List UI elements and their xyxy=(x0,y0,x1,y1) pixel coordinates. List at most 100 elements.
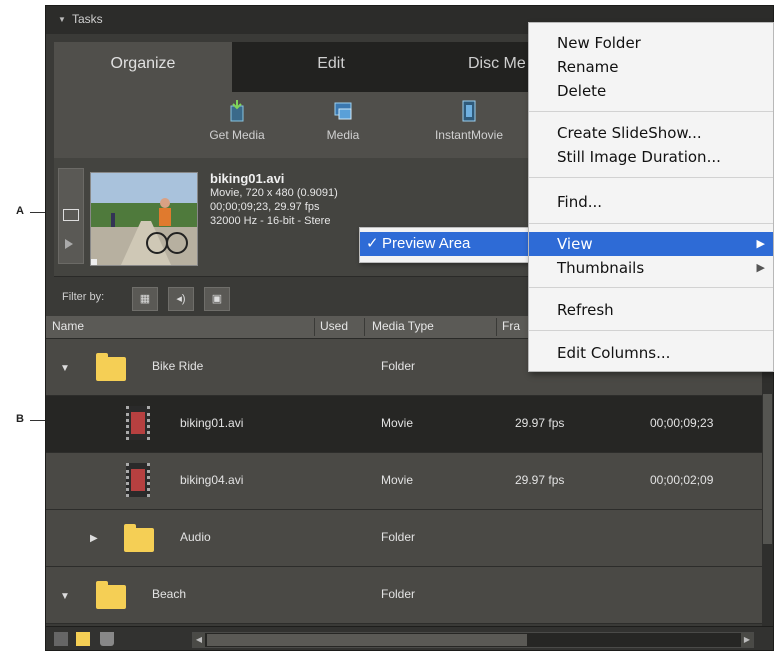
horizontal-scroll-thumb[interactable] xyxy=(207,634,527,646)
menu-label: Thumbnails xyxy=(557,259,645,277)
list-item[interactable]: ▼ Beach Folder xyxy=(46,567,762,624)
media-icon xyxy=(334,102,352,120)
instant-movie-button[interactable]: InstantMovie xyxy=(414,100,524,142)
menu-separator xyxy=(529,177,773,178)
get-media-button[interactable]: Get Media xyxy=(182,100,292,142)
expand-arrow-icon[interactable]: ▼ xyxy=(60,591,70,602)
menu-item-refresh[interactable]: Refresh xyxy=(529,298,773,322)
tab-edit[interactable]: Edit xyxy=(232,42,430,92)
vertical-scroll-thumb[interactable] xyxy=(763,394,772,544)
menu-label: New Folder xyxy=(557,34,641,52)
menu-label: Refresh xyxy=(557,301,614,319)
row-type: Folder xyxy=(381,530,416,544)
col-used[interactable]: Used xyxy=(320,319,348,333)
row-type: Movie xyxy=(381,416,414,430)
preview-audio-info: 32000 Hz - 16-bit - Stere xyxy=(210,215,331,227)
image-icon: ▣ xyxy=(211,293,223,305)
menu-label: Create SlideShow... xyxy=(557,124,702,142)
movie-icon xyxy=(126,406,150,440)
row-name: Bike Ride xyxy=(152,359,204,373)
row-name: biking01.avi xyxy=(180,416,244,430)
menu-item-thumbnails[interactable]: Thumbnails ▶ xyxy=(529,256,773,280)
col-frame-rate[interactable]: Fra xyxy=(502,319,520,333)
scroll-left-icon[interactable]: ◀ xyxy=(193,633,205,647)
menu-label: Find... xyxy=(557,193,603,211)
col-name[interactable]: Name xyxy=(52,319,84,333)
preview-area-item[interactable]: ✓ Preview Area xyxy=(360,232,528,256)
film-icon: ▦ xyxy=(139,293,151,305)
table-row-selected[interactable]: biking01.avi Movie 29.97 fps 00;00;09;23 xyxy=(46,396,762,453)
menu-label: View xyxy=(557,235,593,253)
horizontal-scrollbar[interactable]: ◀ ▶ xyxy=(192,632,754,648)
media-button[interactable]: Media xyxy=(288,100,398,142)
filter-audio-button[interactable]: ◂) xyxy=(168,287,194,311)
row-name: Audio xyxy=(180,530,211,544)
filter-video-button[interactable]: ▦ xyxy=(132,287,158,311)
menu-separator xyxy=(529,111,773,112)
tab-organize[interactable]: Organize xyxy=(54,42,232,92)
menu-separator xyxy=(529,287,773,288)
row-fps: 29.97 fps xyxy=(515,416,565,430)
new-item-icon[interactable] xyxy=(54,632,68,646)
play-icon[interactable] xyxy=(65,239,73,249)
preview-thumbnail xyxy=(90,172,198,266)
preview-filename: biking01.avi xyxy=(210,171,285,186)
preview-area-menu: ✓ Preview Area xyxy=(359,227,529,263)
get-media-icon xyxy=(230,100,244,122)
submenu-arrow-icon: ▶ xyxy=(756,237,765,250)
expand-arrow-icon[interactable]: ▼ xyxy=(60,363,70,374)
menu-item-find[interactable]: Find... xyxy=(529,190,773,214)
row-type: Folder xyxy=(381,359,416,373)
instant-movie-label: InstantMovie xyxy=(434,128,504,142)
preview-duration-fps: 00;00;09;23, 29.97 fps xyxy=(210,201,320,213)
folder-icon xyxy=(96,353,126,381)
row-type: Folder xyxy=(381,587,416,601)
menu-separator xyxy=(529,330,773,331)
menu-label: Delete xyxy=(557,82,607,100)
row-duration: 00;00;09;23 xyxy=(650,416,714,430)
vertical-scrollbar[interactable] xyxy=(762,339,773,626)
media-label: Media xyxy=(326,128,360,142)
list-item[interactable]: biking04.avi Movie 29.97 fps 00;00;02;09 xyxy=(46,453,762,510)
context-menu: New Folder Rename Delete Create SlideSho… xyxy=(528,22,774,372)
preview-area-label: Preview Area xyxy=(382,235,471,252)
menu-item-delete[interactable]: Delete xyxy=(529,79,773,103)
menu-label: Edit Columns... xyxy=(557,344,671,362)
list-item[interactable]: ▶ Audio Folder xyxy=(46,510,762,567)
preview-info: biking01.avi Movie, 720 x 480 (0.9091) 0… xyxy=(210,172,338,228)
row-name: Beach xyxy=(152,587,187,601)
scroll-right-icon[interactable]: ▶ xyxy=(741,633,753,647)
media-list: ▼ Bike Ride Folder biking01.avi Movie 29… xyxy=(46,339,762,626)
callout-b: B xyxy=(16,413,24,425)
camera-icon[interactable] xyxy=(63,209,79,221)
folder-icon xyxy=(96,581,126,609)
new-folder-icon[interactable] xyxy=(76,632,90,646)
preview-controls xyxy=(58,168,84,264)
collapse-arrow-icon[interactable]: ▼ xyxy=(58,15,66,24)
get-media-label: Get Media xyxy=(209,128,265,142)
menu-item-new-folder[interactable]: New Folder xyxy=(529,31,773,55)
callout-a: A xyxy=(16,205,24,217)
col-media-type[interactable]: Media Type xyxy=(372,319,434,333)
filter-image-button[interactable]: ▣ xyxy=(204,287,230,311)
folder-icon xyxy=(124,524,154,552)
menu-item-rename[interactable]: Rename xyxy=(529,55,773,79)
filter-label: Filter by: xyxy=(62,291,105,303)
instant-movie-icon xyxy=(462,100,476,122)
row-name: biking04.avi xyxy=(180,473,244,487)
menu-item-view[interactable]: View ▶ xyxy=(529,232,773,256)
menu-item-still-image-duration[interactable]: Still Image Duration... xyxy=(529,145,773,169)
expand-arrow-icon[interactable]: ▶ xyxy=(90,533,98,544)
menu-item-edit-columns[interactable]: Edit Columns... xyxy=(529,341,773,365)
trash-icon[interactable] xyxy=(100,632,114,646)
menu-separator xyxy=(529,223,773,224)
preview-dimensions: Movie, 720 x 480 (0.9091) xyxy=(210,187,338,199)
menu-label: Still Image Duration... xyxy=(557,148,721,166)
menu-item-create-slideshow[interactable]: Create SlideShow... xyxy=(529,121,773,145)
row-type: Movie xyxy=(381,473,414,487)
submenu-arrow-icon: ▶ xyxy=(756,261,765,274)
row-duration: 00;00;02;09 xyxy=(650,473,714,487)
checkmark-icon: ✓ xyxy=(366,235,379,252)
panel-title: Tasks xyxy=(72,12,103,26)
menu-label: Rename xyxy=(557,58,619,76)
